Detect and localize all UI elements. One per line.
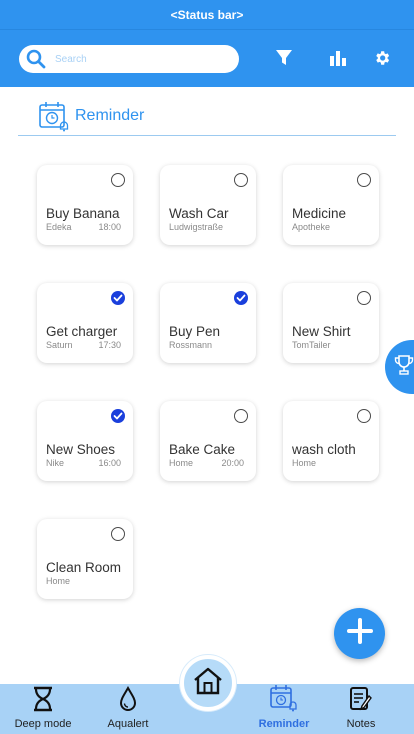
- top-bar: [0, 30, 414, 87]
- checkmark-icon: [113, 294, 123, 302]
- reminder-card[interactable]: New Shoes Nike 16:00: [37, 401, 133, 481]
- search-icon[interactable]: [25, 48, 47, 70]
- notes-icon: [349, 686, 373, 717]
- nav-label: Aqualert: [107, 718, 149, 730]
- home-button[interactable]: [180, 655, 236, 711]
- reminder-checkbox-checked[interactable]: [234, 291, 248, 305]
- water-drop-icon: [118, 685, 138, 717]
- app-screen: <Status bar> Search Reminder Buy Banana …: [0, 0, 414, 734]
- reminder-location: Edeka: [46, 222, 72, 232]
- calendar-clock-bell-icon: [37, 99, 71, 133]
- gear-icon[interactable]: [371, 47, 393, 69]
- reminder-title: Buy Banana: [46, 206, 120, 221]
- achievements-tab[interactable]: [385, 340, 414, 394]
- reminder-location: Rossmann: [169, 340, 213, 350]
- reminder-location: Apotheke: [292, 222, 331, 232]
- nav-item-deep-mode[interactable]: Deep mode: [12, 684, 74, 734]
- reminder-location: Home: [46, 576, 71, 586]
- reminder-location: Home: [169, 458, 194, 468]
- reminder-time: 17:30: [98, 340, 121, 350]
- reminder-title: Medicine: [292, 206, 347, 221]
- trophy-icon: [393, 354, 414, 381]
- section-title: Reminder: [75, 106, 145, 124]
- reminder-title: Clean Room: [46, 560, 122, 575]
- reminder-title: Bake Cake: [169, 442, 236, 457]
- nav-item-reminder[interactable]: Reminder: [254, 684, 314, 734]
- reminder-card[interactable]: Buy Banana Edeka 18:00: [37, 165, 133, 245]
- reminder-title: Buy Pen: [169, 324, 221, 339]
- nav-item-aqualert[interactable]: Aqualert: [104, 684, 152, 734]
- reminder-location: Nike: [46, 458, 65, 468]
- reminder-checkbox-checked[interactable]: [111, 409, 125, 423]
- reminder-checkbox[interactable]: [357, 409, 371, 423]
- reminder-card[interactable]: Medicine Apotheke: [283, 165, 379, 245]
- home-icon: [192, 666, 224, 701]
- reminder-card[interactable]: Buy Pen Rossmann: [160, 283, 256, 363]
- reminder-location: TomTailer: [292, 340, 331, 350]
- status-bar-text: <Status bar>: [170, 7, 244, 22]
- reminder-icon: [269, 684, 299, 717]
- reminder-card[interactable]: Clean Room Home: [37, 519, 133, 599]
- reminder-title: wash cloth: [292, 442, 356, 457]
- nav-label: Reminder: [258, 718, 310, 730]
- checkmark-icon: [236, 294, 246, 302]
- reminder-checkbox[interactable]: [234, 409, 248, 423]
- bar-chart-icon[interactable]: [327, 47, 349, 69]
- reminder-title: New Shoes: [46, 442, 116, 457]
- plus-icon: [346, 617, 374, 650]
- reminder-title: Get charger: [46, 324, 118, 339]
- search-box[interactable]: [19, 45, 239, 73]
- checkmark-icon: [113, 412, 123, 420]
- nav-label: Notes: [346, 718, 376, 730]
- reminder-title: Wash Car: [169, 206, 229, 221]
- reminder-checkbox[interactable]: [357, 291, 371, 305]
- reminder-checkbox-checked[interactable]: [111, 291, 125, 305]
- reminder-card[interactable]: Bake Cake Home 20:00: [160, 401, 256, 481]
- reminder-location: Home: [292, 458, 317, 468]
- reminder-checkbox[interactable]: [111, 527, 125, 541]
- reminder-card[interactable]: New Shirt TomTailer: [283, 283, 379, 363]
- add-reminder-button[interactable]: [334, 608, 385, 659]
- search-input[interactable]: [55, 53, 225, 65]
- reminder-title: New Shirt: [292, 324, 351, 339]
- reminder-time: 20:00: [221, 458, 244, 468]
- hourglass-icon: [32, 686, 54, 717]
- reminder-checkbox[interactable]: [357, 173, 371, 187]
- reminder-location: Saturn: [46, 340, 73, 350]
- reminder-time: 18:00: [98, 222, 121, 232]
- reminder-section-header: Reminder: [18, 96, 396, 136]
- reminder-location: Ludwigstraße: [169, 222, 224, 232]
- status-bar: <Status bar>: [0, 0, 414, 30]
- filter-icon[interactable]: [273, 47, 295, 69]
- reminder-checkbox[interactable]: [234, 173, 248, 187]
- nav-item-notes[interactable]: Notes: [340, 684, 382, 734]
- reminder-card[interactable]: Wash Car Ludwigstraße: [160, 165, 256, 245]
- reminder-time: 16:00: [98, 458, 121, 468]
- reminder-checkbox[interactable]: [111, 173, 125, 187]
- reminder-card[interactable]: Get charger Saturn 17:30: [37, 283, 133, 363]
- nav-label: Deep mode: [14, 718, 72, 730]
- reminder-card[interactable]: wash cloth Home: [283, 401, 379, 481]
